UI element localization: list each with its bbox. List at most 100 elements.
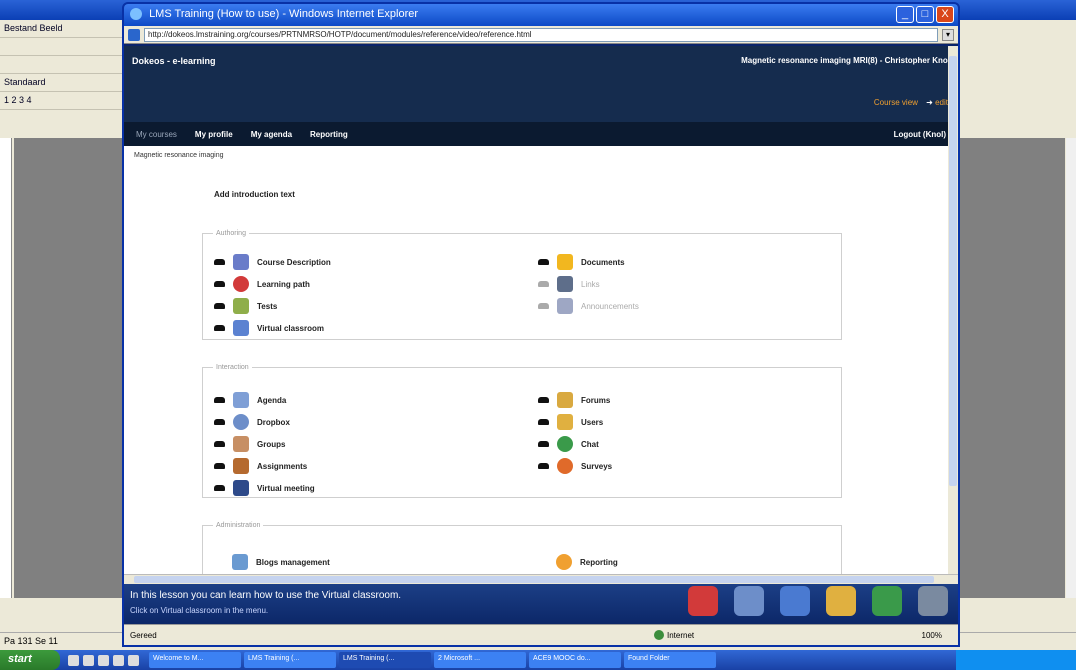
course-user-info[interactable]: Magnetic resonance imaging MRI(8) - Chri…: [741, 56, 950, 65]
tool-virtual-meeting[interactable]: Virtual meeting: [214, 480, 315, 496]
quick-launch-icon[interactable]: [83, 654, 94, 666]
address-bar: http://dokeos.lmstraining.org/courses/PR…: [124, 26, 958, 44]
breadcrumb[interactable]: Magnetic resonance imaging: [134, 152, 224, 159]
quick-launch-icon[interactable]: [128, 654, 139, 666]
quick-launch-icon[interactable]: [68, 654, 79, 666]
visibility-eye-closed-icon[interactable]: [538, 281, 549, 287]
visibility-eye-icon[interactable]: [538, 397, 549, 403]
word-vertical-scrollbar[interactable]: [1066, 138, 1076, 598]
word-toolbar-row[interactable]: [0, 38, 124, 56]
tool-chat[interactable]: Chat: [538, 436, 599, 452]
tool-tests[interactable]: Tests: [214, 298, 277, 314]
taskbar-item[interactable]: LMS Training (...: [244, 652, 336, 668]
visibility-eye-icon[interactable]: [214, 325, 225, 331]
quick-launch-icon[interactable]: [113, 654, 124, 666]
add-intro-link[interactable]: Add introduction text: [214, 190, 295, 199]
header-links: Course view ➜ edit: [874, 98, 948, 107]
section-legend: Administration: [216, 522, 261, 529]
word-right-panel: [956, 20, 1076, 650]
tool-label: Agenda: [257, 395, 287, 405]
visibility-eye-icon[interactable]: [214, 419, 225, 425]
tool-links[interactable]: Links: [538, 276, 600, 292]
nav-my-profile[interactable]: My profile: [195, 130, 233, 139]
edit-link[interactable]: edit: [935, 98, 948, 107]
zoom-level[interactable]: 100%: [922, 631, 942, 640]
tool-course-description[interactable]: Course Description: [214, 254, 331, 270]
tool-groups[interactable]: Groups: [214, 436, 285, 452]
taskbar-item[interactable]: Found Folder: [624, 652, 716, 668]
quick-launch-icon[interactable]: [98, 654, 109, 666]
ie-title: LMS Training (How to use) - Windows Inte…: [149, 8, 419, 20]
address-field[interactable]: http://dokeos.lmstraining.org/courses/PR…: [144, 27, 938, 42]
replay-icon[interactable]: [734, 586, 764, 616]
taskbar-item[interactable]: LMS Training (...: [339, 652, 431, 668]
tool-documents[interactable]: Documents: [538, 254, 625, 270]
visibility-eye-icon[interactable]: [538, 419, 549, 425]
documents-folder-icon: [557, 254, 573, 270]
start-button[interactable]: start: [0, 650, 60, 670]
nav-my-courses[interactable]: My courses: [136, 130, 177, 139]
tool-blogs-management[interactable]: Blogs management: [232, 554, 330, 570]
word-toolbar-row[interactable]: [0, 56, 124, 74]
visibility-eye-icon[interactable]: [538, 441, 549, 447]
ie-titlebar[interactable]: LMS Training (How to use) - Windows Inte…: [124, 4, 958, 26]
ie-window: LMS Training (How to use) - Windows Inte…: [122, 2, 960, 647]
print-icon[interactable]: [918, 586, 948, 616]
visibility-eye-closed-icon[interactable]: [538, 303, 549, 309]
tool-announcements[interactable]: Announcements: [538, 298, 639, 314]
taskbar-item[interactable]: Welcome to M...: [149, 652, 241, 668]
logout-link[interactable]: Logout (Knol): [894, 130, 946, 139]
tool-surveys[interactable]: Surveys: [538, 458, 612, 474]
visibility-eye-icon[interactable]: [538, 259, 549, 265]
word-ruler-row: 1 2 3 4: [0, 92, 124, 110]
visibility-eye-icon[interactable]: [538, 463, 549, 469]
scroll-thumb[interactable]: [949, 56, 957, 486]
tool-forums[interactable]: Forums: [538, 392, 610, 408]
page-vertical-scrollbar[interactable]: [948, 46, 958, 574]
tool-virtual-classroom[interactable]: Virtual classroom: [214, 320, 324, 336]
tool-dropbox[interactable]: Dropbox: [214, 414, 290, 430]
tool-label: Documents: [581, 257, 625, 267]
close-button[interactable]: X: [936, 6, 954, 23]
tool-label: Reporting: [580, 557, 618, 567]
help-icon[interactable]: [780, 586, 810, 616]
word-menu-row[interactable]: Bestand Beeld: [0, 20, 124, 38]
course-view-link[interactable]: Course view: [874, 98, 918, 107]
tool-reporting[interactable]: Reporting: [556, 554, 618, 570]
nav-reporting[interactable]: Reporting: [310, 130, 348, 139]
tool-assignments[interactable]: Assignments: [214, 458, 307, 474]
minimize-button[interactable]: _: [896, 6, 914, 23]
page-horizontal-scrollbar[interactable]: [124, 574, 958, 584]
visibility-eye-icon[interactable]: [214, 303, 225, 309]
forward-arrow-icon[interactable]: [872, 586, 902, 616]
tool-label: Assignments: [257, 461, 308, 471]
tool-users[interactable]: Users: [538, 414, 603, 430]
window-controls: _ □ X: [896, 6, 954, 23]
back-arrow-icon[interactable]: [688, 586, 718, 616]
tool-label: Learning path: [257, 279, 310, 289]
zone-label: Internet: [667, 630, 695, 640]
taskbar-item[interactable]: ACE9 MOOC do...: [529, 652, 621, 668]
tool-label: Chat: [581, 439, 599, 449]
maximize-button[interactable]: □: [916, 6, 934, 23]
user-icon[interactable]: [826, 586, 856, 616]
address-dropdown-icon[interactable]: ▾: [942, 28, 954, 41]
taskbar-item[interactable]: 2 Microsoft ...: [434, 652, 526, 668]
visibility-eye-icon[interactable]: [214, 281, 225, 287]
chat-icon: [557, 436, 573, 452]
dropbox-icon: [233, 414, 249, 430]
word-style-row[interactable]: Standaard: [0, 74, 124, 92]
site-brand[interactable]: Dokeos - e-learning: [132, 56, 216, 66]
tool-label: Surveys: [581, 461, 613, 471]
nav-my-agenda[interactable]: My agenda: [251, 130, 292, 139]
visibility-eye-icon[interactable]: [214, 259, 225, 265]
visibility-eye-icon[interactable]: [214, 485, 225, 491]
page-icon: [128, 28, 140, 41]
scroll-thumb[interactable]: [134, 576, 934, 583]
visibility-eye-icon[interactable]: [214, 441, 225, 447]
tool-learning-path[interactable]: Learning path: [214, 276, 310, 292]
visibility-eye-icon[interactable]: [214, 463, 225, 469]
visibility-eye-icon[interactable]: [214, 397, 225, 403]
tool-label: Users: [581, 417, 604, 427]
tool-agenda[interactable]: Agenda: [214, 392, 286, 408]
